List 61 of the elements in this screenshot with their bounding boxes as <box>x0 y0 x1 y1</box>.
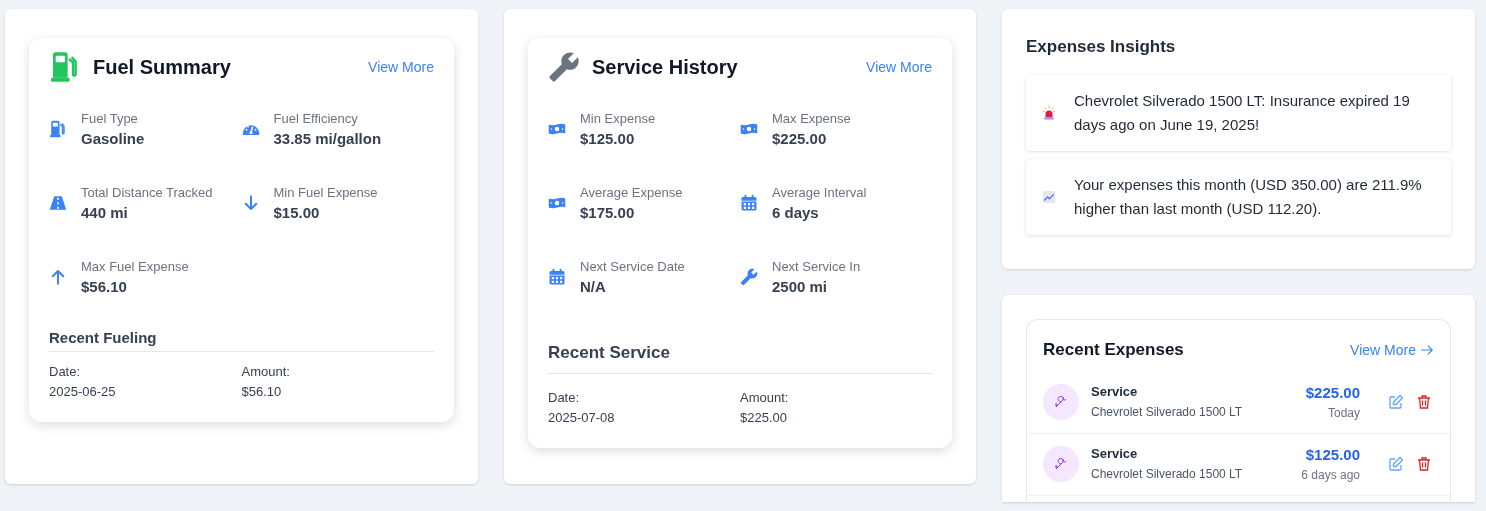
field-label: Date: <box>49 363 82 381</box>
view-more-link[interactable]: View More <box>368 59 434 75</box>
stat-label: Fuel Efficiency <box>273 111 359 126</box>
stat-label: Max Expense <box>772 111 851 126</box>
insight-text: Chevrolet Silverado 1500 LT: Insurance expired 19 days ago on June 19, 2025! <box>1074 91 1411 135</box>
stat-value: $225.00 <box>772 130 828 147</box>
road-icon <box>49 194 67 212</box>
vehicle-name: Chevrolet Silverado 1500 LT <box>1091 466 1244 483</box>
view-more-link[interactable]: View More <box>866 59 932 75</box>
panel-title: Recent Expenses <box>1043 340 1184 360</box>
wrench-avatar-icon <box>1043 446 1079 482</box>
field-value: $56.10 <box>241 383 283 401</box>
field-value: 2025-07-08 <box>548 409 616 427</box>
field-value: 2025-06-25 <box>49 383 117 401</box>
field-label: Amount: <box>241 363 291 381</box>
stat-label: Average Expense <box>580 185 683 200</box>
stat-value: $175.00 <box>580 204 636 221</box>
stat-value: 2500 mi <box>772 278 829 295</box>
stat-label: Max Fuel Expense <box>81 259 189 274</box>
stat-label: Fuel Type <box>81 111 139 126</box>
expense-amount: $225.00 <box>1305 383 1360 403</box>
stat-label: Next Service Date <box>580 259 685 274</box>
card-title: Service History <box>592 55 739 79</box>
stat-label: Total Distance Tracked <box>81 185 213 200</box>
stat-value: Gasoline <box>81 130 145 147</box>
expense-date: 6 days ago <box>1301 467 1360 484</box>
arrow-up-icon <box>49 268 67 286</box>
stat-value: $56.10 <box>81 278 128 295</box>
wrench-icon <box>548 51 580 83</box>
field-label: Date: <box>548 389 581 407</box>
panel-title: Expenses Insights <box>1026 37 1177 57</box>
line-chart-icon <box>1042 189 1056 205</box>
expense-amount: $125.00 <box>1304 445 1360 465</box>
stat-value: N/A <box>580 278 607 295</box>
arrow-right-icon <box>1420 343 1434 357</box>
field-value: $225.00 <box>740 409 788 427</box>
expense-category: Service <box>1091 383 1139 401</box>
expense-category: Service <box>1091 445 1139 463</box>
wrench-icon <box>740 268 758 286</box>
vehicle-name: Chevrolet Silverado 1500 LT <box>1091 404 1244 421</box>
alarm-light-icon <box>1042 105 1056 121</box>
section-title: Recent Service <box>548 343 932 374</box>
calendar-icon <box>548 268 566 286</box>
stat-value: $15.00 <box>273 204 321 221</box>
expense-date: Today <box>1326 405 1360 422</box>
stat-label: Min Expense <box>580 111 656 126</box>
stat-value: 440 mi <box>81 204 129 221</box>
stat-label: Min Fuel Expense <box>273 185 378 200</box>
stat-label: Next Service In <box>772 259 861 274</box>
wrench-avatar-icon <box>1043 384 1079 420</box>
calendar-icon <box>740 194 758 212</box>
fuel-pump-icon <box>49 120 67 138</box>
field-label: Amount: <box>740 389 790 407</box>
stat-value: 6 days <box>772 204 820 221</box>
stat-value: $125.00 <box>580 130 636 147</box>
stat-value: 33.85 mi/gallon <box>273 130 382 147</box>
stat-label: Average Interval <box>772 185 867 200</box>
section-title: Recent Fueling <box>49 329 434 352</box>
view-more-link[interactable]: View More <box>1350 342 1434 358</box>
card-title: Fuel Summary <box>93 55 232 79</box>
insight-text: Your expenses this month (USD 350.00) are 211.9% higher than last month (USD 112.20). <box>1074 175 1423 219</box>
